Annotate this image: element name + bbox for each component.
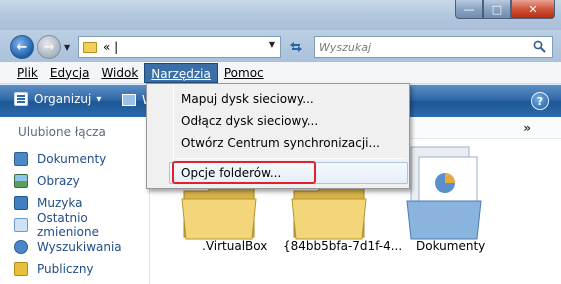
menu-bar: Plik Edycja Widok Narzędzia Pomoc — [0, 62, 561, 84]
file-name[interactable]: {84bb5bfa-7d1f-4... — [283, 239, 402, 253]
address-dropdown-icon[interactable]: ▼ — [269, 40, 275, 49]
back-button[interactable]: ← — [10, 35, 34, 59]
sidebar-item-label: Publiczny — [37, 262, 94, 276]
search-box[interactable] — [314, 36, 553, 58]
menu-item-map-network-drive[interactable]: Mapuj dysk sieciowy... — [181, 92, 314, 106]
menu-item-disconnect-network-drive[interactable]: Odłącz dysk sieciowy... — [181, 114, 318, 128]
sidebar-item-label: Wyszukiwania — [37, 240, 122, 254]
address-row: ← → ▼ « | ▼ — [0, 30, 561, 62]
history-dropdown-icon[interactable]: ▼ — [64, 43, 70, 52]
favorite-links-header: Ulubione łącza — [18, 125, 106, 139]
minimize-button[interactable]: — — [455, 0, 483, 19]
sidebar-item-searches[interactable]: Wyszukiwania — [14, 236, 149, 258]
organize-label: Organizuj — [34, 92, 92, 106]
search-input[interactable] — [319, 37, 519, 57]
sidebar-item-public[interactable]: Publiczny — [14, 258, 149, 280]
pictures-icon — [14, 174, 28, 188]
search-icon[interactable] — [533, 40, 546, 53]
recent-icon — [14, 218, 28, 232]
highlight-frame — [172, 161, 316, 184]
searches-icon — [14, 240, 28, 254]
window-controls: — □ ✕ — [455, 0, 555, 20]
sidebar-item-documents[interactable]: Dokumenty — [14, 148, 149, 170]
sidebar-item-recent[interactable]: Ostatnio zmienione — [14, 211, 149, 239]
sidebar-item-pictures[interactable]: Obrazy — [14, 170, 149, 192]
address-bar[interactable]: « | ▼ — [78, 36, 281, 58]
menu-view[interactable]: Widok — [95, 63, 144, 83]
menu-item-open-sync-center[interactable]: Otwórz Centrum synchronizacji... — [181, 136, 380, 150]
organize-button[interactable]: Organizuj ▾ — [14, 92, 101, 106]
sidebar-item-label: Muzyka — [37, 196, 83, 210]
file-name[interactable]: Dokumenty — [416, 239, 485, 253]
music-icon — [14, 196, 28, 210]
close-button[interactable]: ✕ — [511, 0, 555, 19]
menu-separator — [177, 158, 405, 159]
organize-icon — [14, 92, 28, 106]
documents-icon — [14, 152, 28, 166]
favorite-links-list: Dokumenty Obrazy Muzyka Ostatnio zmienio… — [14, 148, 149, 280]
more-columns-icon[interactable]: » — [523, 121, 531, 135]
breadcrumb[interactable]: « | — [103, 40, 118, 54]
menu-file[interactable]: Plik — [11, 63, 44, 83]
menu-edit[interactable]: Edycja — [44, 63, 96, 83]
refresh-icon[interactable] — [286, 38, 306, 56]
tools-dropdown-menu: Mapuj dysk sieciowy... Odłącz dysk sieci… — [146, 83, 410, 189]
help-icon[interactable]: ? — [531, 92, 549, 110]
title-bar: — □ ✕ — [0, 0, 561, 30]
public-folder-icon — [14, 262, 28, 276]
sidebar-item-label: Ostatnio zmienione — [37, 211, 99, 239]
sidebar-item-label: Obrazy — [37, 174, 80, 188]
menu-help[interactable]: Pomoc — [218, 63, 270, 83]
documents-folder-icon[interactable] — [405, 143, 485, 241]
menu-tools[interactable]: Narzędzia — [144, 62, 218, 83]
folder-icon — [83, 41, 97, 53]
maximize-button[interactable]: □ — [483, 0, 511, 19]
sidebar-item-label: Dokumenty — [37, 152, 107, 166]
navigation-pane: Ulubione łącza Dokumenty Obrazy Muzyka O… — [0, 117, 150, 284]
forward-button[interactable]: → — [37, 35, 61, 59]
chevron-down-icon: ▾ — [96, 93, 102, 105]
file-name[interactable]: .VirtualBox — [202, 239, 267, 253]
views-icon — [122, 94, 136, 106]
